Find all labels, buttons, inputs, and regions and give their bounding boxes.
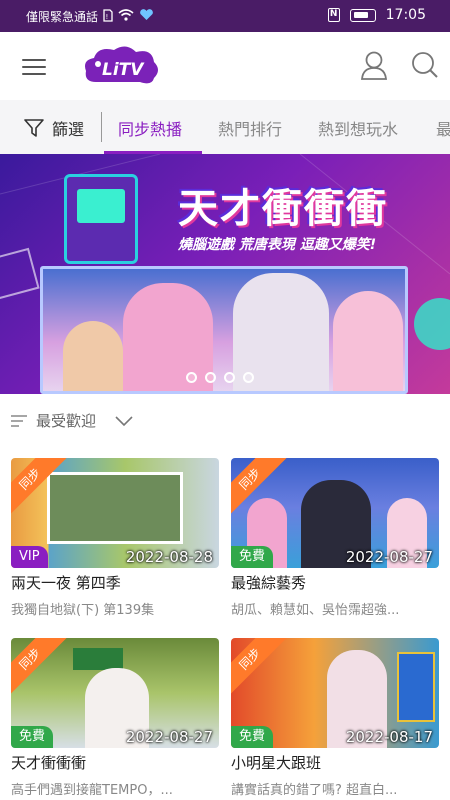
app-header: LiTV — [0, 32, 450, 100]
tab-sync-hot[interactable]: 同步熱播 — [118, 116, 182, 140]
sort-icon — [11, 414, 27, 427]
search-button[interactable] — [410, 50, 440, 82]
free-badge: 免費 — [231, 546, 274, 568]
host-figure — [63, 321, 123, 391]
logo-text: LiTV — [102, 60, 145, 80]
tab-divider — [101, 112, 102, 142]
banner-title: 天才衝衝衝 — [178, 186, 388, 232]
program-thumbnail: 同步 VIP 2022-08-28 — [11, 458, 219, 568]
air-date: 2022-08-27 — [125, 728, 213, 746]
program-title: 小明星大跟班 — [231, 754, 322, 772]
filter-icon — [24, 119, 44, 137]
program-thumbnail: 同步 免費 2022-08-27 — [231, 458, 439, 568]
pager-dot[interactable] — [186, 372, 197, 383]
program-subtitle: 我獨自地獄(下) 第139集 — [11, 603, 155, 618]
free-badge: 免費 — [11, 726, 54, 748]
banner-pager — [186, 372, 254, 383]
vip-badge: VIP — [11, 546, 48, 568]
program-card-little-star[interactable]: 同步 免費 2022-08-17 小明星大跟班 講實話真的錯了嗎? 超直白... — [231, 638, 439, 798]
heart-icon — [139, 9, 154, 24]
sync-ribbon: 同步 — [231, 638, 290, 699]
free-badge: 免費 — [231, 726, 274, 748]
sort-selector[interactable]: 最受歡迎 — [10, 410, 138, 431]
status-right: N 17:05 — [327, 7, 426, 23]
air-date: 2022-08-28 — [125, 548, 213, 566]
program-title: 最強綜藝秀 — [231, 574, 307, 592]
sim-icon: ! — [103, 8, 113, 25]
program-card-genius-rush[interactable]: 同步 免費 2022-08-27 天才衝衝衝 高手們遇到接龍TEMPO，... — [11, 638, 219, 798]
tab-popular-ranking[interactable]: 熱門排行 — [218, 116, 282, 140]
pager-dot[interactable] — [224, 372, 235, 383]
featured-banner[interactable]: 天才衝衝衝 燒腦遊戲 荒唐表現 逗趣又爆笑! — [0, 154, 450, 394]
arcade-machine-illustration — [64, 174, 138, 264]
pager-dot[interactable] — [243, 372, 254, 383]
menu-icon — [22, 59, 46, 61]
air-date: 2022-08-17 — [345, 728, 433, 746]
user-icon — [361, 51, 387, 80]
status-left: 僅限緊急通話 ! — [26, 8, 154, 25]
thumbnail-scene — [73, 648, 123, 670]
air-date: 2022-08-27 — [345, 548, 433, 566]
user-button[interactable] — [360, 50, 390, 82]
filter-button[interactable]: 篩選 — [24, 116, 84, 140]
program-subtitle: 胡瓜、賴慧如、吳怡霈超強... — [231, 603, 400, 618]
program-title: 兩天一夜 第四季 — [11, 574, 121, 592]
program-subtitle: 講實話真的錯了嗎? 超直白... — [231, 783, 398, 798]
status-bar: 僅限緊急通話 ! N 17:05 — [0, 0, 450, 32]
banner-subtitle: 燒腦遊戲 荒唐表現 逗趣又爆笑! — [178, 237, 377, 253]
chevron-down-icon — [115, 415, 133, 426]
filter-label: 篩選 — [52, 120, 85, 139]
tab-bar: 篩選 同步熱播 熱門排行 熱到想玩水 最 — [0, 100, 450, 154]
wifi-icon — [118, 9, 134, 24]
svg-text:!: ! — [106, 13, 109, 21]
host-figure — [333, 291, 403, 391]
search-icon — [412, 52, 438, 78]
program-subtitle: 高手們遇到接龍TEMPO，... — [11, 783, 173, 798]
pager-dot[interactable] — [205, 372, 216, 383]
program-thumbnail: 同步 免費 2022-08-17 — [231, 638, 439, 748]
menu-button[interactable] — [22, 54, 48, 76]
clock: 17:05 — [385, 7, 426, 23]
program-thumbnail: 同步 免費 2022-08-27 — [11, 638, 219, 748]
tab-more[interactable]: 最 — [436, 116, 450, 140]
carrier-text: 僅限緊急通話 — [26, 10, 99, 24]
thumbnail-scene — [397, 652, 435, 722]
sort-label: 最受歡迎 — [36, 412, 97, 430]
program-card-strongest-variety[interactable]: 同步 免費 2022-08-27 最強綜藝秀 胡瓜、賴慧如、吳怡霈超強... — [231, 458, 439, 618]
litv-logo[interactable]: LiTV — [82, 44, 160, 88]
nfc-icon: N — [327, 8, 340, 22]
program-card-two-days-one-night[interactable]: 同步 VIP 2022-08-28 兩天一夜 第四季 我獨自地獄(下) 第139… — [11, 458, 219, 618]
battery-icon — [349, 8, 376, 22]
program-title: 天才衝衝衝 — [11, 754, 87, 772]
tab-water-play[interactable]: 熱到想玩水 — [318, 116, 398, 140]
sync-ribbon: 同步 — [11, 638, 70, 699]
thumbnail-scene — [47, 472, 183, 544]
